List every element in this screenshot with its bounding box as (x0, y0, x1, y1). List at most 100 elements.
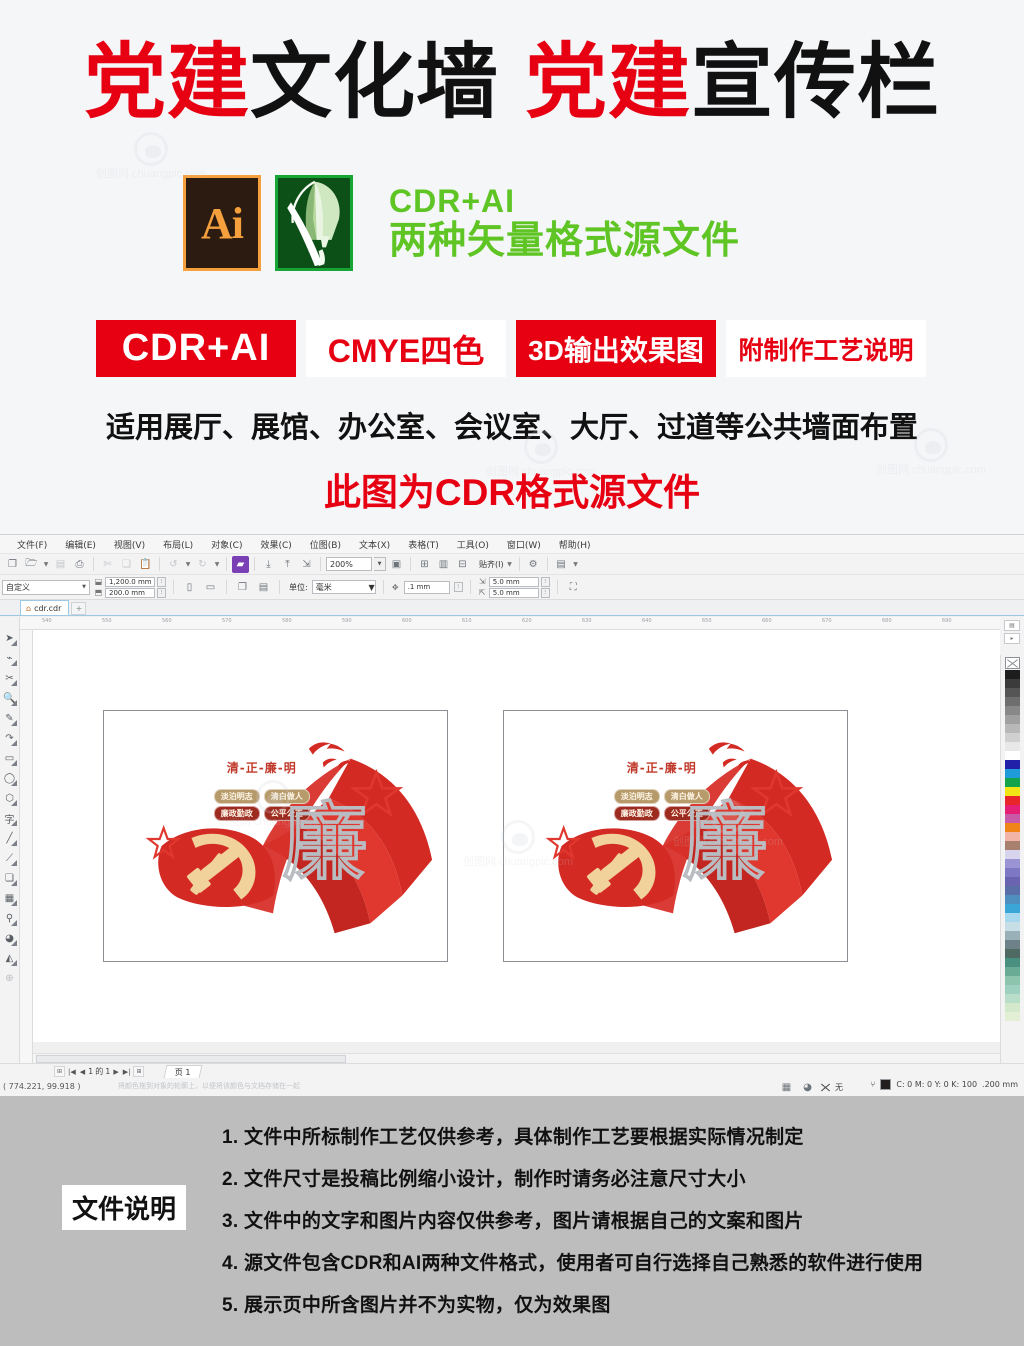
menu-item-file[interactable]: 文件(F) (8, 536, 56, 553)
duplicate-y-stepper[interactable]: ⁝ (540, 587, 550, 598)
palette-swatch[interactable] (1005, 724, 1020, 733)
palette-swatch[interactable] (1005, 895, 1020, 904)
menu-item-window[interactable]: 窗口(W) (498, 536, 550, 553)
palette-swatch[interactable] (1005, 697, 1020, 706)
menu-item-bitmap[interactable]: 位图(B) (301, 536, 350, 553)
add-page-end-button[interactable]: ⊞ (133, 1066, 145, 1077)
menu-item-effects[interactable]: 效果(C) (251, 536, 300, 553)
launcher-chevron-down-icon[interactable]: ▼ (572, 561, 580, 568)
palette-swatch[interactable] (1005, 922, 1020, 931)
menu-item-edit[interactable]: 编辑(E) (56, 536, 105, 553)
new-tab-button[interactable]: + (71, 602, 87, 615)
undo-icon[interactable]: ↺ (165, 556, 182, 573)
palette-swatch[interactable] (1005, 832, 1020, 841)
drop-shadow-icon[interactable]: ❏ (1, 870, 18, 887)
redo-icon[interactable]: ↻ (194, 556, 211, 573)
palette-swatch[interactable] (1005, 760, 1020, 769)
palette-swatch[interactable] (1005, 715, 1020, 724)
publish-pdf-icon[interactable]: ▰ (232, 555, 249, 573)
next-page-icon[interactable]: ▶ (112, 1068, 119, 1076)
palette-swatch[interactable] (1005, 877, 1020, 886)
shape-tool-icon[interactable]: ⌁ (1, 650, 18, 667)
export-to-icon[interactable]: ⇲ (298, 556, 315, 573)
fill-color-icon[interactable]: ◕ (799, 1079, 816, 1096)
add-tool-icon[interactable]: ⊕ (1, 970, 18, 987)
palette-swatch[interactable] (1005, 1012, 1020, 1021)
undo-chevron-down-icon[interactable]: ▼ (184, 561, 192, 568)
interactive-fill-icon[interactable]: ◕ (1, 930, 18, 947)
artistic-media-icon[interactable]: ↷ (1, 730, 18, 747)
color-palette[interactable] (1000, 617, 1024, 1064)
ellipse-tool-icon[interactable]: ◯ (1, 770, 18, 787)
palette-no-color-swatch[interactable] (1005, 657, 1020, 669)
new-document-icon[interactable]: ❐ (4, 556, 21, 573)
landscape-orientation-icon[interactable]: ▭ (202, 579, 219, 596)
transparency-tool-icon[interactable]: ▦ (1, 890, 18, 907)
nudge-stepper[interactable]: ⁝ (453, 582, 463, 592)
fullscreen-preview-icon[interactable]: ▣ (388, 556, 405, 573)
current-page-icon[interactable]: ▤ (255, 579, 272, 596)
palette-swatch[interactable] (1005, 940, 1020, 949)
palette-swatch[interactable] (1005, 733, 1020, 742)
artboard-right[interactable]: 清-正-廉-明 淡泊明志 清白做人 廉政勤政 公平公正 廉 (503, 710, 848, 962)
scrollbar-thumb[interactable] (36, 1055, 346, 1063)
palette-swatch[interactable] (1005, 976, 1020, 985)
document-tab-cdr[interactable]: ⌂ cdr.cdr (20, 600, 70, 615)
color-eyedropper-icon[interactable]: ⚲ (1, 910, 18, 927)
palette-swatch[interactable] (1005, 850, 1020, 859)
page-tab[interactable]: 页 1 (163, 1065, 203, 1078)
paste-icon[interactable]: 📋 (137, 556, 154, 573)
menu-item-text[interactable]: 文本(X) (350, 536, 399, 553)
menu-item-layout[interactable]: 布局(L) (154, 536, 202, 553)
options-gear-icon[interactable]: ⚙ (525, 556, 542, 573)
palette-swatch[interactable] (1005, 787, 1020, 796)
menu-item-view[interactable]: 视图(V) (105, 536, 154, 553)
import-icon[interactable]: ⤓ (260, 556, 277, 573)
drawing-canvas[interactable]: 清-正-廉-明 淡泊明志 清白做人 廉政勤政 公平公正 廉 清-正-廉-明 淡泊… (33, 630, 1000, 1042)
palette-swatch[interactable] (1005, 751, 1020, 760)
palette-swatch[interactable] (1005, 769, 1020, 778)
palette-swatch[interactable] (1005, 967, 1020, 976)
palette-swatch[interactable] (1005, 904, 1020, 913)
menu-item-table[interactable]: 表格(T) (399, 536, 448, 553)
freehand-tool-icon[interactable]: ✎ (1, 710, 18, 727)
object-properties-icon[interactable]: ▦ (778, 1079, 795, 1096)
duplicate-x-input[interactable]: 5.0 mm (488, 576, 539, 587)
palette-swatch[interactable] (1005, 823, 1020, 832)
palette-swatch[interactable] (1005, 985, 1020, 994)
align-icon[interactable]: ⊞ (416, 556, 433, 573)
palette-swatch[interactable] (1005, 859, 1020, 868)
duplicate-x-stepper[interactable]: ⁝ (540, 576, 550, 587)
zoom-chevron-down-icon[interactable]: ▼ (374, 557, 386, 571)
crop-tool-icon[interactable]: ✂ (1, 670, 18, 687)
distribute-icon[interactable]: ▥ (435, 556, 452, 573)
rectangle-tool-icon[interactable]: ▭ (1, 750, 18, 767)
page-preset-select[interactable]: 自定义 ▼ (2, 579, 90, 595)
text-tool-icon[interactable]: 字 (1, 810, 18, 827)
copy-icon[interactable]: ❏ (118, 556, 135, 573)
bleed-toggle-icon[interactable]: ⛶ (565, 579, 582, 596)
horizontal-ruler[interactable]: 540 550 560 570 580 590 600 610 620 630 … (20, 617, 1000, 630)
save-icon[interactable]: ▤ (52, 556, 69, 573)
add-page-start-button[interactable]: ⊞ (54, 1066, 65, 1077)
palette-swatch[interactable] (1005, 931, 1020, 940)
unit-select[interactable]: 毫米 ▼ (311, 580, 376, 594)
palette-swatch[interactable] (1005, 805, 1020, 814)
palette-swatch[interactable] (1005, 913, 1020, 922)
palette-swatch[interactable] (1005, 706, 1020, 715)
palette-swatch[interactable] (1005, 868, 1020, 877)
menu-item-object[interactable]: 对象(C) (202, 536, 251, 553)
print-icon[interactable]: ⎙ (71, 556, 88, 573)
first-page-icon[interactable]: |◀ (67, 1068, 77, 1076)
all-pages-icon[interactable]: ❐ (234, 579, 251, 596)
palette-swatch[interactable] (1005, 1003, 1020, 1012)
snap-chevron-down-icon[interactable]: ▼ (506, 561, 514, 568)
polygon-tool-icon[interactable]: ⬡ (1, 790, 18, 807)
palette-swatch[interactable] (1005, 796, 1020, 805)
palette-swatch[interactable] (1005, 688, 1020, 697)
previous-page-icon[interactable]: ◀ (79, 1068, 86, 1076)
palette-swatch[interactable] (1005, 958, 1020, 967)
vertical-ruler[interactable] (20, 630, 33, 1064)
pick-tool-icon[interactable]: ➤ (1, 630, 18, 647)
portrait-orientation-icon[interactable]: ▯ (181, 579, 198, 596)
